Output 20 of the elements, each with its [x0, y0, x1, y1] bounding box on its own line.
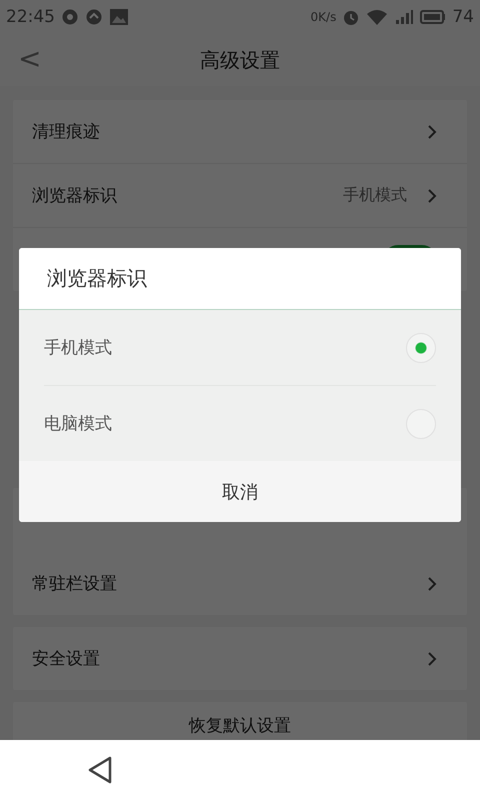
settings-row[interactable]: 浏览器标识 手机模式	[13, 164, 467, 228]
reset-button[interactable]: 恢复默认设置	[13, 702, 467, 740]
row-label: 清理痕迹	[32, 121, 100, 143]
row-label: 浏览器标识	[32, 185, 117, 207]
page-title: 高级设置	[200, 46, 280, 74]
row-value: 手机模式	[343, 185, 407, 206]
network-speed: 0K/s	[310, 10, 336, 24]
back-button[interactable]: <	[14, 42, 46, 75]
option-label: 手机模式	[44, 337, 112, 359]
option-row[interactable]: 电脑模式	[44, 386, 436, 461]
dialog-title: 浏览器标识	[19, 248, 461, 310]
option-label: 电脑模式	[44, 413, 112, 435]
row-label: 常驻栏设置	[32, 573, 117, 595]
settings-row[interactable]: 安全设置	[13, 627, 467, 690]
settings-row[interactable]: 常驻栏设置	[13, 552, 467, 615]
battery-level: 74	[452, 7, 474, 27]
row-label: 安全设置	[32, 648, 100, 670]
settings-row[interactable]: 清理痕迹	[13, 100, 467, 164]
status-time: 22:45	[6, 7, 55, 27]
option-row[interactable]: 手机模式	[44, 310, 436, 386]
